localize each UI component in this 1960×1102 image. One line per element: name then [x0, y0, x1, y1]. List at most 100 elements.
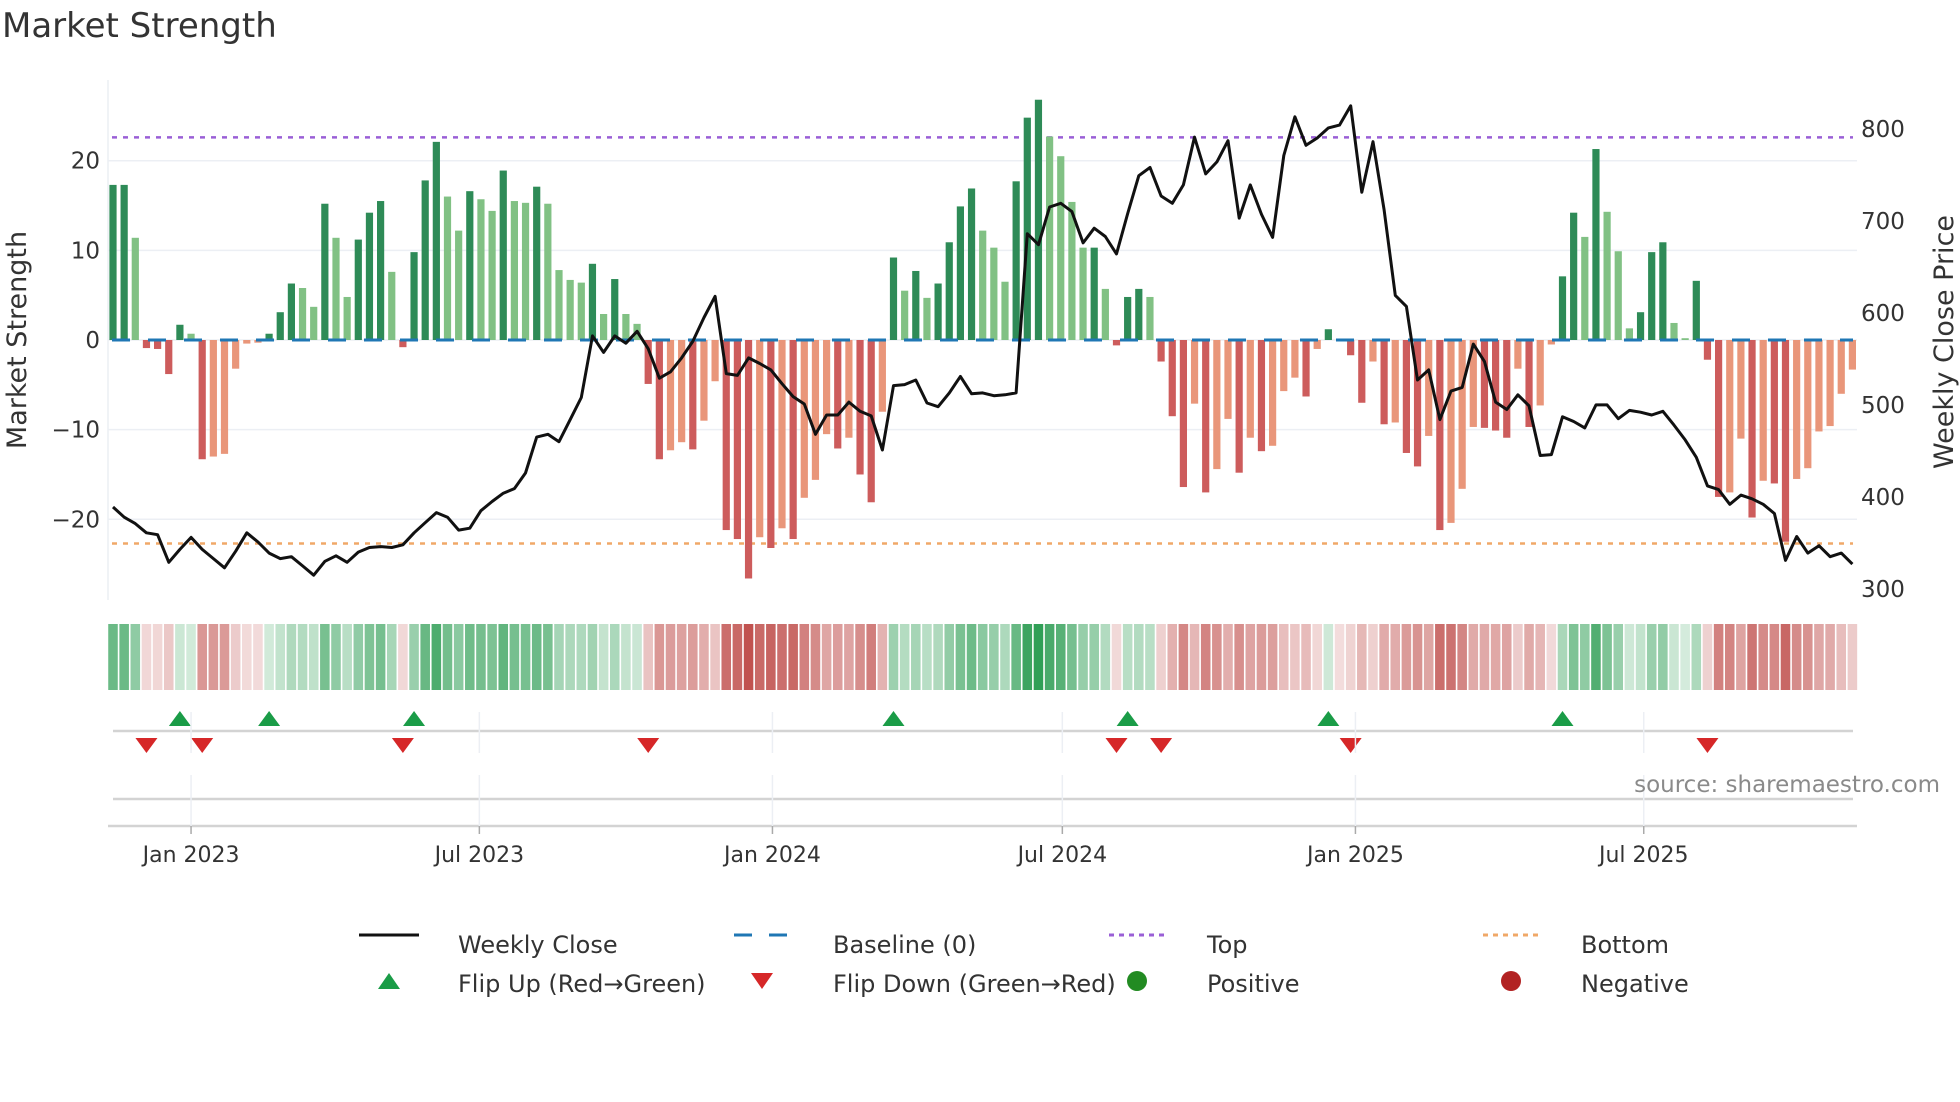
flip-down-marker: [135, 738, 158, 753]
heat-cell: [810, 624, 821, 690]
heat-cell: [1769, 624, 1780, 690]
heat-cell: [1669, 624, 1679, 690]
strength-bar: [1603, 211, 1611, 340]
heat-cell: [242, 624, 252, 690]
heat-cell: [543, 624, 553, 690]
strength-bar: [466, 191, 474, 340]
heat-cell: [1011, 624, 1021, 690]
strength-bar: [1480, 340, 1489, 428]
heat-cell: [353, 624, 364, 690]
heat-cell: [665, 624, 676, 690]
strength-bar: [979, 230, 987, 340]
heat-cell: [342, 624, 352, 690]
heat-cell: [1814, 624, 1824, 690]
strength-bar: [577, 282, 585, 340]
strength-bar: [1146, 296, 1154, 340]
heat-cell: [1557, 624, 1568, 690]
heat-cell: [643, 624, 653, 690]
heat-cell: [866, 624, 876, 690]
strength-bar: [967, 188, 976, 340]
strength-bar: [700, 340, 708, 421]
heat-cell: [977, 624, 988, 690]
heat-cell: [1401, 624, 1412, 690]
x-tick-label: Jan 2024: [722, 843, 821, 868]
strength-bar: [1536, 340, 1544, 406]
strength-bar: [1581, 236, 1589, 340]
heat-cell: [230, 624, 241, 690]
strength-bar: [912, 270, 920, 340]
heat-cell: [621, 624, 631, 690]
heat-cell: [1067, 624, 1077, 690]
heat-cell: [922, 624, 932, 690]
heat-cell: [431, 624, 442, 690]
heat-cell: [777, 624, 787, 690]
heat-cell: [1613, 624, 1624, 690]
strength-bar: [1280, 340, 1288, 392]
heat-cell: [632, 624, 642, 690]
flip-up-marker: [168, 711, 191, 726]
y-left-tick-label: −20: [51, 507, 100, 533]
strength-bar: [1447, 340, 1455, 523]
heat-cell: [1189, 624, 1200, 690]
strength-bar: [421, 180, 429, 340]
strength-bar: [310, 306, 318, 340]
y-right-tick-label: 700: [1861, 209, 1905, 235]
x-tick-label: Jul 2025: [1597, 843, 1689, 868]
heat-cell: [754, 624, 765, 690]
heat-cell: [1691, 624, 1702, 690]
y-right-tick-label: 500: [1861, 393, 1905, 419]
heat-cell: [219, 624, 230, 690]
heat-cell: [1412, 624, 1423, 690]
strength-bar: [332, 237, 340, 340]
strength-bar: [811, 340, 820, 480]
strength-bar: [845, 340, 853, 438]
heat-cell: [877, 624, 888, 690]
strength-bar: [510, 201, 518, 340]
strength-bar: [1793, 340, 1801, 479]
strength-bar: [856, 340, 864, 475]
strength-bar: [1614, 251, 1622, 340]
strength-bar: [1034, 99, 1043, 340]
heat-cell: [1457, 624, 1467, 690]
heat-cell: [1357, 624, 1367, 690]
strength-bar: [1726, 340, 1734, 493]
strength-bar: [711, 340, 719, 382]
heat-cell: [1379, 624, 1389, 690]
heat-cell: [1580, 624, 1590, 690]
heat-cell: [398, 624, 408, 690]
heat-cell: [1312, 624, 1322, 690]
strength-bar: [388, 271, 396, 340]
strength-bar: [1648, 252, 1656, 340]
strength-bar: [1391, 340, 1399, 423]
strength-bar: [1235, 340, 1243, 473]
heat-cell: [1546, 624, 1557, 690]
strength-bar: [1012, 181, 1020, 340]
heat-cell: [1535, 624, 1545, 690]
heat-cell: [1044, 624, 1055, 690]
heat-cell: [1212, 624, 1222, 690]
strength-bar: [1692, 280, 1700, 340]
strength-bar: [243, 340, 251, 344]
strength-bar: [1190, 340, 1199, 404]
strength-bar: [1770, 340, 1778, 484]
heat-cell: [152, 624, 163, 690]
heat-cell: [1836, 624, 1847, 690]
heat-cell: [531, 624, 542, 690]
y-left-tick-label: 20: [71, 149, 100, 175]
heat-cell: [1022, 624, 1033, 690]
strength-bar: [521, 202, 530, 340]
strength-bar: [934, 283, 942, 340]
heat-cell: [442, 624, 453, 690]
strength-bar: [410, 252, 418, 340]
flip-up-marker: [258, 711, 281, 726]
heat-cell: [688, 624, 698, 690]
heat-cell: [1423, 624, 1434, 690]
heat-cell: [1334, 624, 1345, 690]
heat-cell: [1713, 624, 1724, 690]
strength-bar: [566, 279, 574, 340]
strength-bar: [544, 203, 552, 340]
strength-bar: [901, 290, 909, 340]
heat-cell: [821, 624, 832, 690]
heat-cell: [476, 624, 486, 690]
strength-bar: [432, 141, 440, 340]
